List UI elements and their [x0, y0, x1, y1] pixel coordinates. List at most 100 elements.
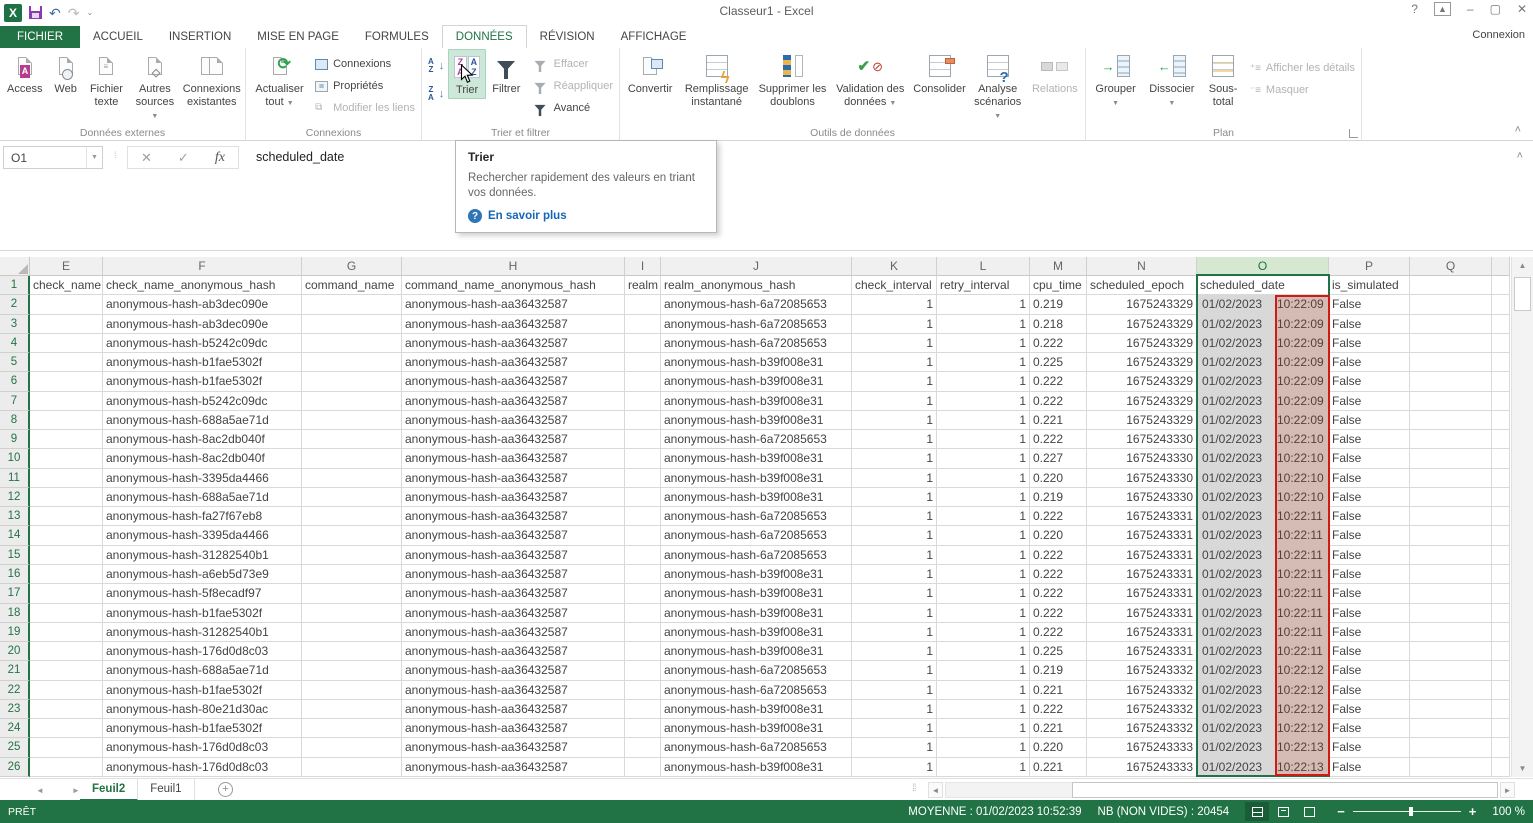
cell-M20[interactable]: 0.225	[1030, 642, 1087, 661]
cell-O5[interactable]: 01/02/202310:22:09	[1197, 353, 1329, 372]
cell-M24[interactable]: 0.221	[1030, 719, 1087, 738]
cell-N12[interactable]: 1675243330	[1087, 488, 1197, 507]
cell-H3[interactable]: anonymous-hash-aa36432587	[402, 315, 625, 334]
cell-L14[interactable]: 1	[937, 526, 1030, 545]
cell-I25[interactable]	[625, 738, 661, 757]
row-header-5[interactable]: 5	[0, 353, 30, 372]
cell-I1[interactable]: realm	[625, 276, 661, 295]
cell-N6[interactable]: 1675243329	[1087, 372, 1197, 391]
cell-J4[interactable]: anonymous-hash-6a72085653	[661, 334, 852, 353]
cell-J18[interactable]: anonymous-hash-b39f008e31	[661, 604, 852, 623]
row-header-1[interactable]: 1	[0, 276, 30, 295]
cell-H5[interactable]: anonymous-hash-aa36432587	[402, 353, 625, 372]
row-header-26[interactable]: 26	[0, 758, 30, 777]
cell-H9[interactable]: anonymous-hash-aa36432587	[402, 430, 625, 449]
cell-G25[interactable]	[302, 738, 402, 757]
cell-Q2[interactable]	[1410, 295, 1492, 314]
cell-N20[interactable]: 1675243331	[1087, 642, 1197, 661]
afficher-details-button[interactable]: ⁺≡Afficher les détails	[1246, 57, 1359, 79]
maximize-icon[interactable]: ▢	[1490, 2, 1501, 16]
cell-Q8[interactable]	[1410, 411, 1492, 430]
cell-P3[interactable]: False	[1329, 315, 1410, 334]
cell-x18[interactable]	[1492, 604, 1510, 623]
cell-P5[interactable]: False	[1329, 353, 1410, 372]
cell-Q22[interactable]	[1410, 681, 1492, 700]
cell-M6[interactable]: 0.222	[1030, 372, 1087, 391]
cell-I18[interactable]	[625, 604, 661, 623]
cell-G7[interactable]	[302, 392, 402, 411]
cell-G26[interactable]	[302, 758, 402, 777]
cell-N5[interactable]: 1675243329	[1087, 353, 1197, 372]
cell-x4[interactable]	[1492, 334, 1510, 353]
cell-F8[interactable]: anonymous-hash-688a5ae71d	[103, 411, 302, 430]
row-header-23[interactable]: 23	[0, 700, 30, 719]
row-header-13[interactable]: 13	[0, 507, 30, 526]
cell-H20[interactable]: anonymous-hash-aa36432587	[402, 642, 625, 661]
cell-O20[interactable]: 01/02/202310:22:11	[1197, 642, 1329, 661]
cell-G10[interactable]	[302, 449, 402, 468]
cell-Q6[interactable]	[1410, 372, 1492, 391]
cell-H17[interactable]: anonymous-hash-aa36432587	[402, 584, 625, 603]
cell-O23[interactable]: 01/02/202310:22:12	[1197, 700, 1329, 719]
cell-E21[interactable]	[30, 661, 103, 680]
cell-L18[interactable]: 1	[937, 604, 1030, 623]
cell-Q24[interactable]	[1410, 719, 1492, 738]
scroll-left-icon[interactable]: ◄	[928, 782, 943, 798]
cell-I11[interactable]	[625, 469, 661, 488]
cell-E1[interactable]: check_name	[30, 276, 103, 295]
cell-Q23[interactable]	[1410, 700, 1492, 719]
cell-L17[interactable]: 1	[937, 584, 1030, 603]
cell-G24[interactable]	[302, 719, 402, 738]
cell-J14[interactable]: anonymous-hash-6a72085653	[661, 526, 852, 545]
cell-H22[interactable]: anonymous-hash-aa36432587	[402, 681, 625, 700]
cell-O13[interactable]: 01/02/202310:22:11	[1197, 507, 1329, 526]
help-icon[interactable]: ?	[1411, 2, 1418, 16]
cell-J23[interactable]: anonymous-hash-b39f008e31	[661, 700, 852, 719]
cell-O22[interactable]: 01/02/202310:22:12	[1197, 681, 1329, 700]
cell-M10[interactable]: 0.227	[1030, 449, 1087, 468]
cell-Q17[interactable]	[1410, 584, 1492, 603]
cell-N22[interactable]: 1675243332	[1087, 681, 1197, 700]
cell-N8[interactable]: 1675243329	[1087, 411, 1197, 430]
cell-x24[interactable]	[1492, 719, 1510, 738]
cell-G11[interactable]	[302, 469, 402, 488]
cell-L2[interactable]: 1	[937, 295, 1030, 314]
cell-x17[interactable]	[1492, 584, 1510, 603]
cell-I16[interactable]	[625, 565, 661, 584]
cell-G5[interactable]	[302, 353, 402, 372]
cell-K10[interactable]: 1	[852, 449, 937, 468]
cell-N4[interactable]: 1675243329	[1087, 334, 1197, 353]
cell-I24[interactable]	[625, 719, 661, 738]
cell-x20[interactable]	[1492, 642, 1510, 661]
cell-P7[interactable]: False	[1329, 392, 1410, 411]
cell-G8[interactable]	[302, 411, 402, 430]
cell-E17[interactable]	[30, 584, 103, 603]
zoom-slider[interactable]	[1353, 806, 1461, 817]
tab-insertion[interactable]: INSERTION	[156, 26, 244, 49]
column-header-G[interactable]: G	[302, 257, 402, 276]
cell-x7[interactable]	[1492, 392, 1510, 411]
cell-Q15[interactable]	[1410, 546, 1492, 565]
plan-dialog-launcher-icon[interactable]	[1349, 129, 1358, 138]
cell-I23[interactable]	[625, 700, 661, 719]
cell-M14[interactable]: 0.220	[1030, 526, 1087, 545]
name-box[interactable]: O1 ▼	[3, 146, 103, 169]
cell-J7[interactable]: anonymous-hash-b39f008e31	[661, 392, 852, 411]
cell-O18[interactable]: 01/02/202310:22:11	[1197, 604, 1329, 623]
cell-O9[interactable]: 01/02/202310:22:10	[1197, 430, 1329, 449]
column-header-F[interactable]: F	[103, 257, 302, 276]
cell-Q11[interactable]	[1410, 469, 1492, 488]
cell-N26[interactable]: 1675243333	[1087, 758, 1197, 777]
cell-G22[interactable]	[302, 681, 402, 700]
cell-O25[interactable]: 01/02/202310:22:13	[1197, 738, 1329, 757]
cell-H11[interactable]: anonymous-hash-aa36432587	[402, 469, 625, 488]
cell-I9[interactable]	[625, 430, 661, 449]
cell-K16[interactable]: 1	[852, 565, 937, 584]
cell-K15[interactable]: 1	[852, 546, 937, 565]
cell-O17[interactable]: 01/02/202310:22:11	[1197, 584, 1329, 603]
row-header-3[interactable]: 3	[0, 315, 30, 334]
cell-H6[interactable]: anonymous-hash-aa36432587	[402, 372, 625, 391]
modifier-liens-button[interactable]: ⧉ Modifier les liens	[311, 97, 419, 119]
cell-L1[interactable]: retry_interval	[937, 276, 1030, 295]
cell-L11[interactable]: 1	[937, 469, 1030, 488]
